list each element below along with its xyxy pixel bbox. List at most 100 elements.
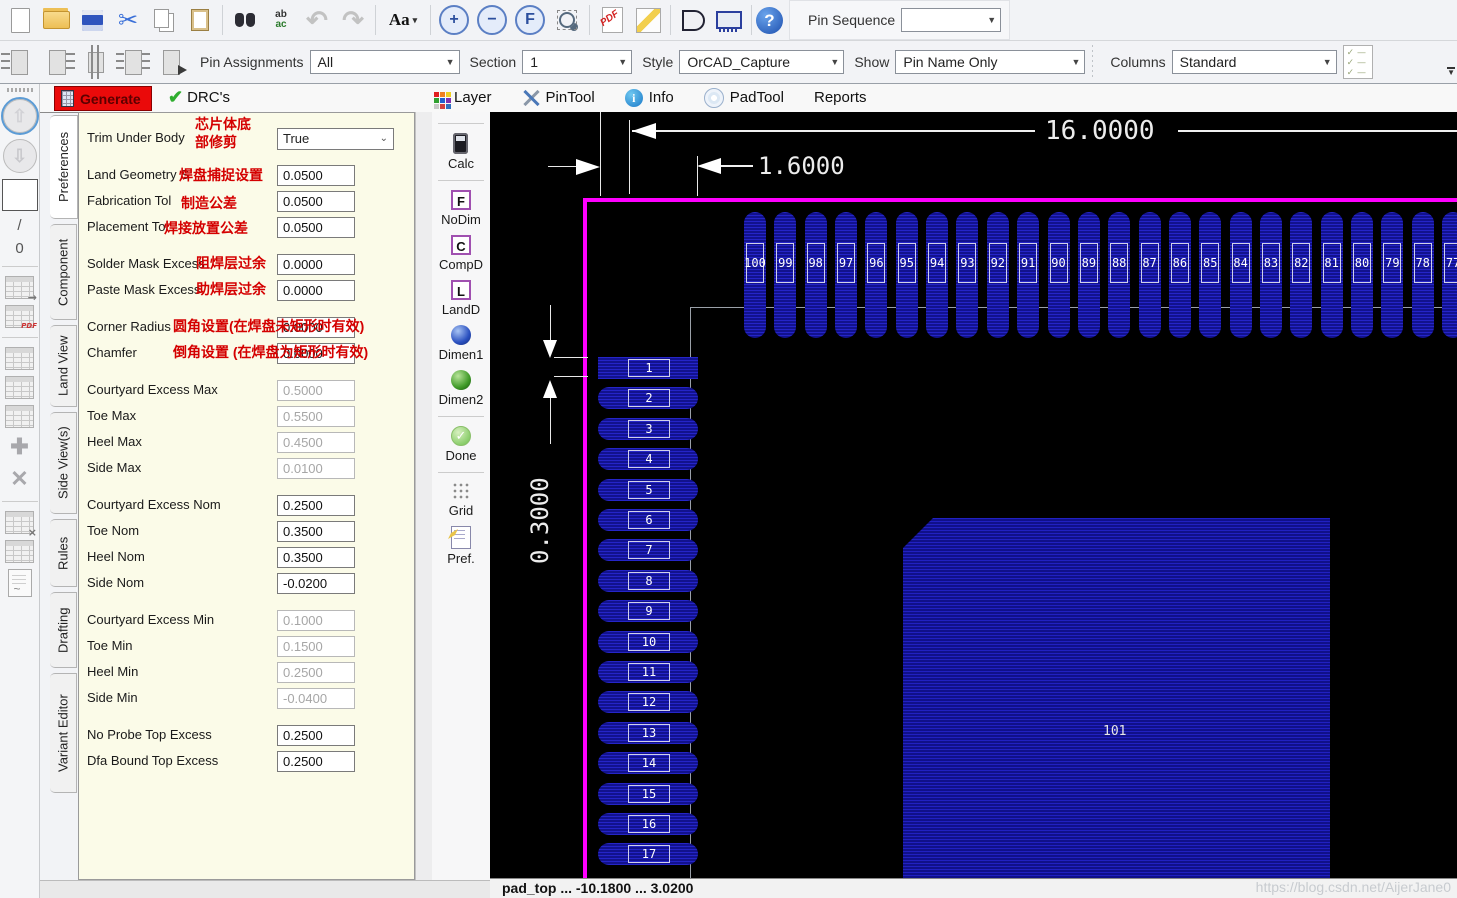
field-input[interactable]: -0.0200 — [277, 573, 355, 594]
tool-dimen1[interactable]: Dimen1 — [439, 325, 484, 362]
zoom-fit-icon[interactable]: F — [515, 5, 545, 35]
checklist-icon[interactable] — [1343, 45, 1373, 79]
pad-pin-101[interactable] — [903, 518, 1330, 878]
field-input[interactable]: 0.0500 — [277, 217, 355, 238]
pdf-export-icon[interactable] — [594, 2, 630, 38]
tool-nodim[interactable]: FNoDim — [441, 190, 481, 227]
rail-value-box[interactable] — [2, 179, 38, 211]
pins-right-icon[interactable] — [38, 45, 76, 79]
delete-icon[interactable]: ✕ — [10, 466, 28, 492]
ic-package-icon[interactable] — [711, 2, 747, 38]
trim-under-body-select[interactable]: True⌄ — [277, 128, 394, 150]
paste-icon[interactable] — [182, 2, 218, 38]
tool-landd[interactable]: LLandD — [442, 280, 480, 317]
zero-label[interactable]: 0 — [15, 240, 23, 257]
tool-pref[interactable]: Pref. — [447, 526, 474, 566]
tool-dimen2-label: Dimen2 — [439, 392, 484, 407]
new-file-icon[interactable] — [2, 2, 38, 38]
field-input[interactable]: 0.2500 — [277, 725, 355, 746]
tab-rules[interactable]: Rules — [50, 519, 77, 587]
slash-label[interactable]: / — [17, 217, 21, 234]
signature-doc-icon[interactable] — [8, 569, 32, 597]
pins-left-icon[interactable] — [0, 45, 38, 79]
style-select[interactable]: OrCAD_Capture▼ — [679, 50, 844, 74]
pin-assignments-select[interactable]: All▼ — [310, 50, 460, 74]
save-icon[interactable] — [74, 2, 110, 38]
help-icon[interactable]: ? — [756, 7, 783, 34]
footprint-canvas[interactable]: 16.00001.60000.3000100999897969594939291… — [490, 112, 1457, 878]
rail-value-input[interactable] — [2, 179, 38, 211]
menu-padtool[interactable]: PadTool — [704, 88, 784, 108]
open-folder-icon[interactable] — [38, 2, 74, 38]
field-label: Toe Min — [87, 638, 133, 653]
redo-icon[interactable]: ↷ — [335, 2, 371, 38]
pins-vertical-icon[interactable] — [76, 45, 114, 79]
replace-icon[interactable] — [263, 2, 299, 38]
table-rows-icon[interactable] — [5, 376, 34, 399]
pins-around-icon[interactable] — [114, 45, 152, 79]
tab-drafting[interactable]: Drafting — [50, 592, 77, 668]
scroll-down-button[interactable]: ⇩ — [3, 139, 37, 173]
tool-compd[interactable]: CCompD — [439, 235, 483, 272]
drcs-button[interactable]: ✔ DRC's — [168, 86, 230, 109]
divider — [430, 5, 431, 35]
table-auto-icon[interactable] — [5, 347, 34, 370]
main-toolbar: ✂↶↷Aa+−F? Pin Sequence ▼ — [0, 0, 1457, 41]
table-columns-icon[interactable] — [5, 405, 34, 428]
menu-layer[interactable]: Layer — [432, 89, 492, 106]
zoom-in-icon[interactable]: + — [439, 5, 469, 35]
field-input[interactable]: 0.0500 — [277, 191, 355, 212]
tab-component[interactable]: Component — [50, 224, 77, 320]
tab-side-view-s-[interactable]: Side View(s) — [50, 412, 77, 514]
tool-dimen2[interactable]: Dimen2 — [439, 370, 484, 407]
pin-number-box: 78 — [1414, 243, 1432, 283]
undo-icon[interactable]: ↶ — [299, 2, 335, 38]
field-input: 0.1000 — [277, 610, 355, 631]
field-input[interactable]: 0.0000 — [277, 280, 355, 301]
generate-button[interactable]: Generate — [54, 86, 152, 111]
field-input: -0.0400 — [277, 688, 355, 709]
field-input[interactable]: 0.2500 — [277, 495, 355, 516]
columns-select[interactable]: Standard▼ — [1172, 50, 1337, 74]
field-input[interactable]: 0.3500 — [277, 547, 355, 568]
field-input[interactable]: 0.0000 — [277, 254, 355, 275]
move-icon[interactable]: ✚ — [10, 434, 28, 460]
chevron-down-icon: ▼ — [446, 57, 455, 67]
table-export-icon[interactable]: → — [5, 276, 34, 299]
gate-symbol-icon[interactable] — [675, 2, 711, 38]
rail-handle[interactable] — [7, 88, 33, 92]
cut-icon[interactable]: ✂ — [110, 2, 146, 38]
tool-calc[interactable]: Calc — [448, 133, 474, 171]
section-select[interactable]: 1▼ — [522, 50, 632, 74]
circle-up-icon: ⇧ — [3, 99, 37, 133]
menu-reports[interactable]: Reports — [814, 89, 867, 106]
find-icon[interactable] — [227, 2, 263, 38]
table-clear-icon[interactable]: × — [5, 511, 34, 534]
tool-done[interactable]: ✓Done — [445, 426, 476, 463]
divider — [1091, 45, 1094, 79]
pin-number-box: 81 — [1323, 243, 1341, 283]
tab-preferences[interactable]: Preferences — [50, 115, 78, 219]
show-select[interactable]: Pin Name Only▼ — [895, 50, 1085, 74]
zoom-out-icon[interactable]: − — [477, 5, 507, 35]
field-input[interactable]: 0.3500 — [277, 521, 355, 542]
field-input[interactable]: 0.0500 — [277, 165, 355, 186]
tab-land-view[interactable]: Land View — [50, 325, 77, 407]
tool-grid[interactable]: Grid — [449, 482, 474, 518]
pin-sequence-select[interactable]: ▼ — [901, 8, 1001, 32]
tab-variant-editor[interactable]: Variant Editor — [50, 673, 77, 793]
toolbar-overflow-button[interactable]: ▼ — [1447, 67, 1455, 77]
font-icon[interactable]: Aa — [380, 2, 426, 38]
grid-table-icon[interactable] — [5, 540, 34, 563]
pin-number-box: 91 — [1019, 243, 1037, 283]
copy-icon[interactable] — [146, 2, 182, 38]
menu-pintool[interactable]: PinTool — [522, 89, 595, 107]
pin-pick-icon[interactable] — [152, 45, 190, 79]
info-icon: i — [625, 89, 643, 107]
zoom-select-icon[interactable] — [553, 6, 581, 34]
field-input[interactable]: 0.2500 — [277, 751, 355, 772]
menu-info[interactable]: iInfo — [625, 89, 674, 107]
scroll-up-button[interactable]: ⇧ — [3, 99, 37, 133]
ruler-icon[interactable] — [630, 2, 666, 38]
pdf-table-icon[interactable]: PDF — [5, 305, 34, 328]
